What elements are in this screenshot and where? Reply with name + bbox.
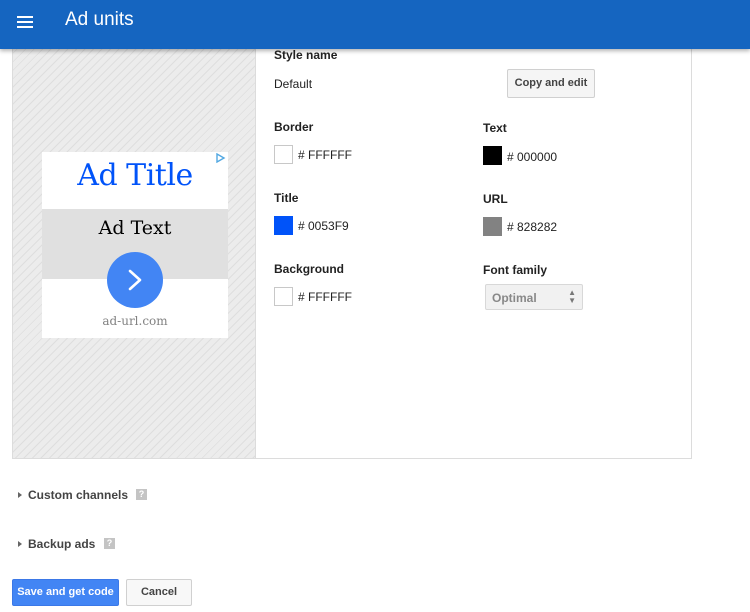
ad-text: Ad Text <box>98 217 172 239</box>
style-name-value: Default <box>274 77 313 91</box>
ad-preview-pane: Ad Title Ad Text ad-url.com <box>13 37 256 458</box>
chevron-right-icon <box>128 269 142 291</box>
ad-style-card: Ad Title Ad Text ad-url.com Style name D… <box>12 36 692 459</box>
title-color-swatch[interactable] <box>274 216 293 235</box>
font-family-value: Optimal <box>492 291 537 305</box>
copy-and-edit-button[interactable]: Copy and edit <box>507 69 595 98</box>
ad-title: Ad Title <box>77 158 193 193</box>
custom-channels-label: Custom channels <box>28 488 129 502</box>
ad-url: ad-url.com <box>102 314 168 328</box>
url-color-swatch[interactable] <box>483 217 502 236</box>
title-color-hex: # 0053F9 <box>298 219 349 233</box>
background-color-swatch[interactable] <box>274 287 293 306</box>
cancel-button[interactable]: Cancel <box>126 579 192 606</box>
font-family-label: Font family <box>483 263 548 277</box>
font-family-select[interactable]: Optimal ▲ ▼ <box>485 284 583 310</box>
url-color-label: URL <box>483 192 508 206</box>
hamburger-menu-icon[interactable] <box>12 10 36 34</box>
border-label: Border <box>274 120 314 134</box>
style-name-label: Style name <box>274 48 338 62</box>
title-color-label: Title <box>274 191 299 205</box>
border-color-swatch[interactable] <box>274 145 293 164</box>
background-color-label: Background <box>274 262 345 276</box>
page-title: Ad units <box>65 9 134 30</box>
url-color-hex: # 828282 <box>507 220 558 234</box>
ad-preview: Ad Title Ad Text ad-url.com <box>42 152 228 338</box>
ad-go-button[interactable] <box>107 252 163 308</box>
save-and-get-code-button[interactable]: Save and get code <box>12 579 119 606</box>
help-icon[interactable]: ? <box>136 489 147 500</box>
border-color-hex: # FFFFFF <box>298 148 352 162</box>
backup-ads-expander[interactable]: Backup ads ? <box>18 537 128 553</box>
caret-right-icon <box>18 541 22 547</box>
help-icon[interactable]: ? <box>104 538 115 549</box>
backup-ads-label: Backup ads <box>28 537 96 551</box>
select-arrows-icon: ▲ ▼ <box>568 288 576 305</box>
text-color-hex: # 000000 <box>507 150 558 164</box>
background-color-hex: # FFFFFF <box>298 290 352 304</box>
custom-channels-expander[interactable]: Custom channels ? <box>18 488 158 504</box>
caret-right-icon <box>18 492 22 498</box>
top-app-bar: Ad units <box>0 0 750 49</box>
text-color-swatch[interactable] <box>483 146 502 165</box>
text-color-label: Text <box>483 121 507 135</box>
